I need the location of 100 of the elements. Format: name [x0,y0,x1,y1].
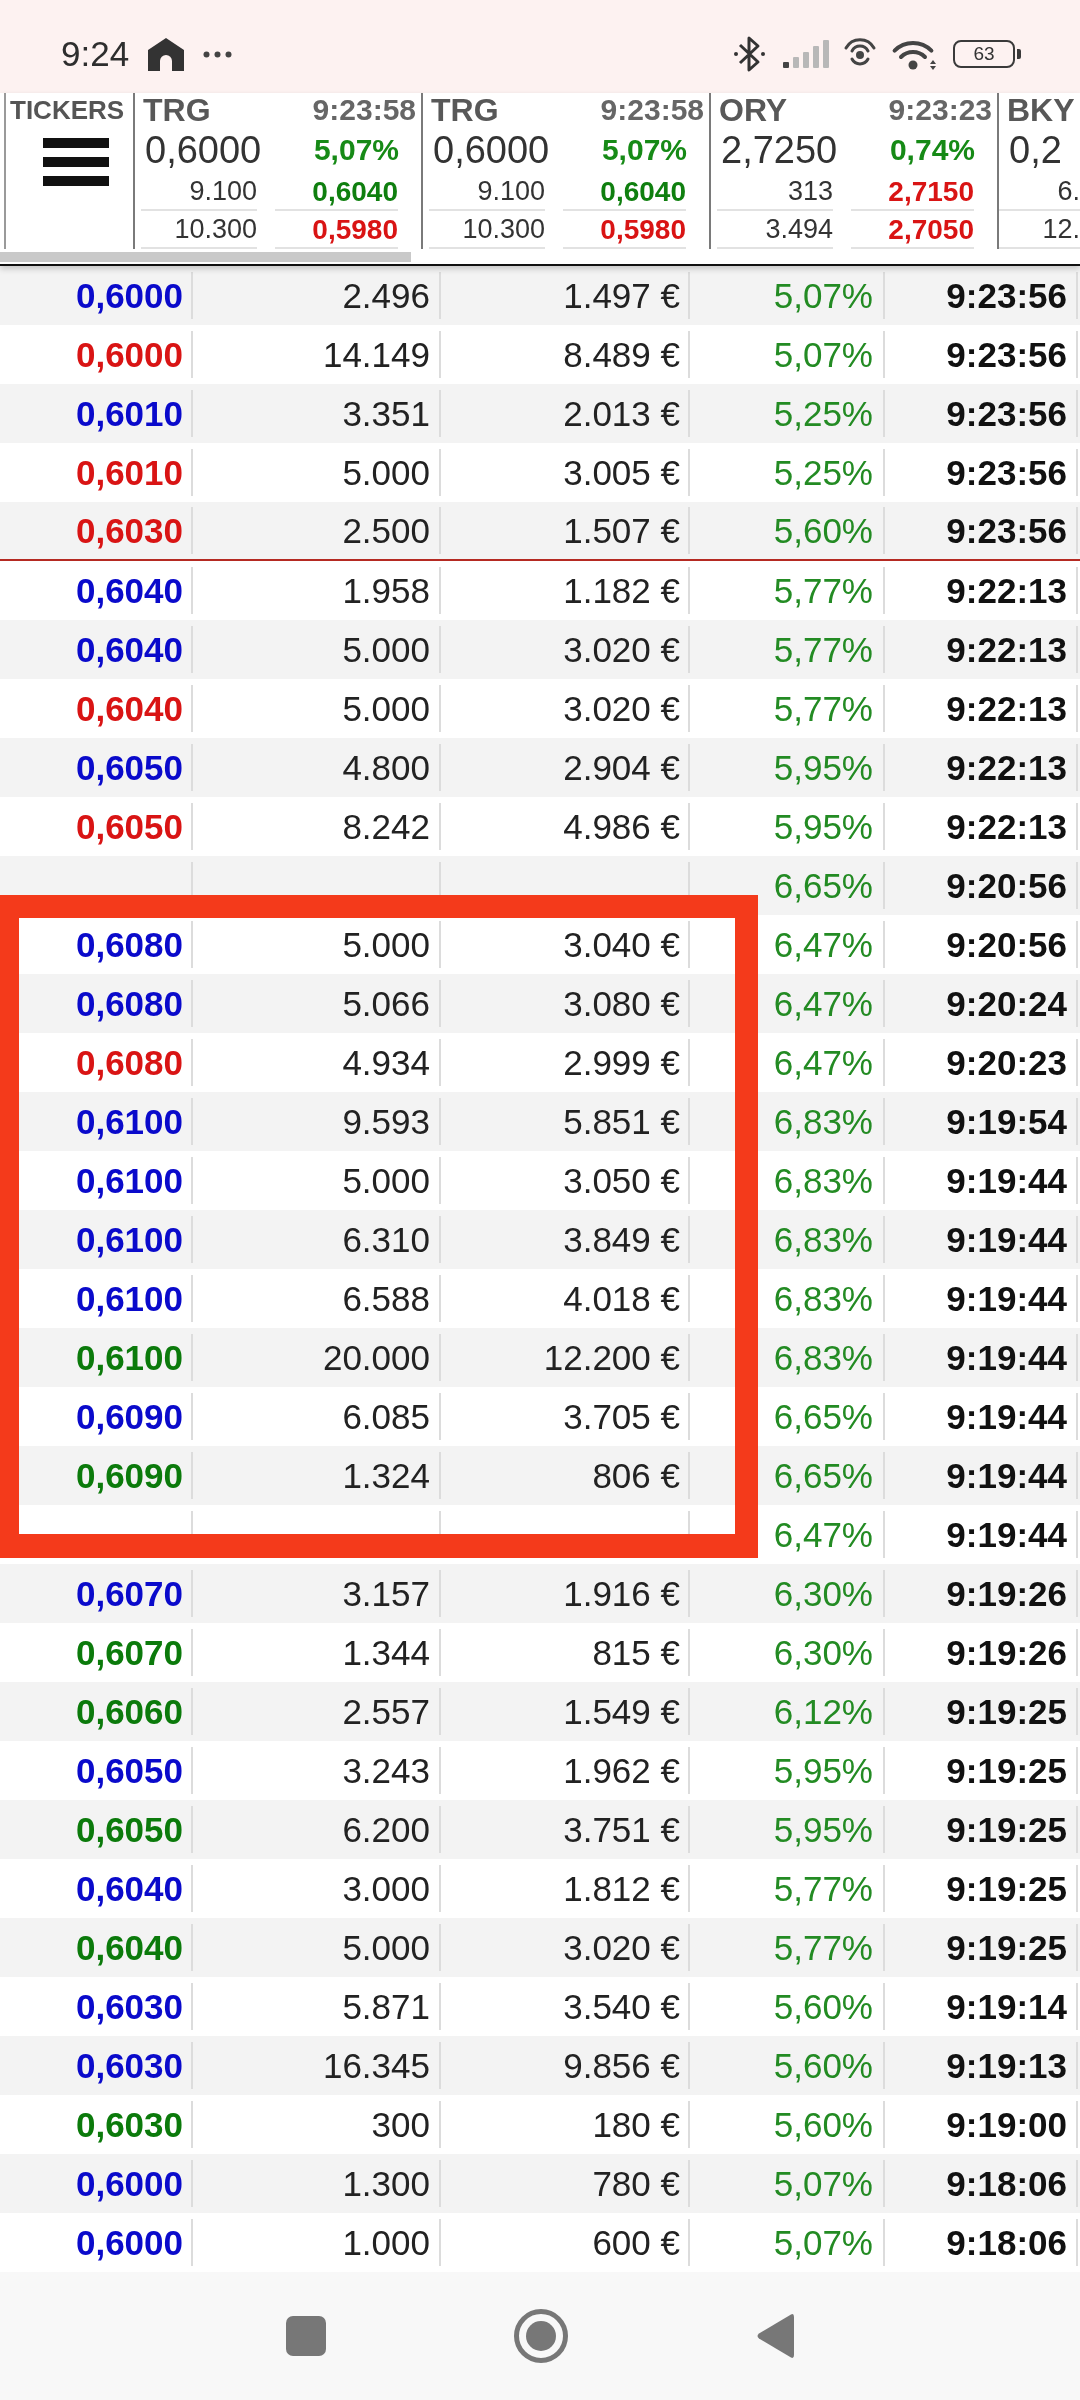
value-cell: 806 € [441,1452,690,1499]
price-cell: 0,6040 [0,626,193,673]
time-cell: 9:23:56 [885,507,1078,554]
quantity-cell: 4.800 [193,744,441,791]
ticker-card[interactable]: TRG 9:23:58 0,6000 5,07% 9.100 0,6040 10.300 0,5980 [133,93,421,249]
menu-icon[interactable] [43,138,109,186]
quantity-cell: 5.066 [193,980,441,1027]
change-cell: 6,47% [690,1039,885,1086]
price-cell: 0,6010 [0,449,193,496]
quantity-cell: 5.000 [193,449,441,496]
value-cell: 180 € [441,2101,690,2148]
ask-quantity: 10.300 [429,212,545,249]
time-cell: 9:19:26 [885,1570,1078,1617]
price-cell: 0,6000 [0,2160,193,2207]
clock-time: 9:24 [61,34,130,74]
quantity-cell: 16.345 [193,2042,441,2089]
signal-icon [783,40,830,68]
value-cell: 5.851 € [441,1098,690,1145]
price-cell: 0,6010 [0,390,193,437]
more-icon [203,50,233,58]
ticker-change: 0,74% [889,132,975,168]
time-cell: 9:19:13 [885,2042,1078,2089]
change-cell: 5,77% [690,685,885,732]
ticker-card[interactable]: TRG 9:23:58 0,6000 5,07% 9.100 0,6040 10.300 0,5980 [421,93,709,249]
value-cell: 4.986 € [441,803,690,850]
change-cell: 5,60% [690,507,885,554]
time-cell: 9:22:13 [885,744,1078,791]
square-icon[interactable] [286,2316,326,2356]
quantity-cell: 1.324 [193,1452,441,1499]
quantity-cell: 8.242 [193,803,441,850]
quantity-cell: 4.934 [193,1039,441,1086]
price-cell: 0,6030 [0,2101,193,2148]
bid-quantity: 313 [717,174,833,211]
quantity-cell: 3.000 [193,1865,441,1912]
quantity-cell: 5.000 [193,1157,441,1204]
ask-price: 2,7050 [851,212,974,249]
quantity-cell: 9.593 [193,1098,441,1145]
change-cell: 6,83% [690,1216,885,1263]
circle-icon[interactable] [514,2309,568,2363]
change-cell: 5,77% [690,1924,885,1971]
change-cell: 6,83% [690,1098,885,1145]
value-cell: 2.013 € [441,390,690,437]
time-cell: 9:19:00 [885,2101,1078,2148]
quantity-cell: 6.310 [193,1216,441,1263]
change-cell: 5,25% [690,390,885,437]
change-cell: 5,07% [690,2219,885,2266]
ask-price: 0,5980 [275,212,398,249]
time-cell: 9:19:14 [885,1983,1078,2030]
change-cell: 5,77% [690,626,885,673]
value-cell: 3.020 € [441,685,690,732]
value-cell: 3.020 € [441,1924,690,1971]
price-cell: 0,6030 [0,507,193,554]
value-cell: 4.018 € [441,1275,690,1322]
quantity-cell: 1.000 [193,2219,441,2266]
ticker-change: 5,07% [313,132,399,168]
price-cell: 0,6080 [0,921,193,968]
ask-price: 0,5980 [563,212,686,249]
time-cell: 9:19:25 [885,1688,1078,1735]
time-cell: 9:19:44 [885,1511,1078,1558]
ticker-time: 9:23:58 [600,93,704,127]
battery-indicator: 63 [953,40,1021,68]
tickers-label[interactable]: TICKERS [10,95,125,125]
back-icon[interactable] [756,2313,794,2359]
ticker-card[interactable]: ORY 9:23:23 2,7250 0,74% 313 2,7150 3.494 2,7050 [709,93,997,249]
value-cell: 3.020 € [441,626,690,673]
change-cell: 6,83% [690,1157,885,1204]
quantity-cell: 1.344 [193,1629,441,1676]
quantity-cell: 300 [193,2101,441,2148]
bid-price: 0,6040 [563,174,686,211]
ticker-time: 9:23:58 [312,93,416,127]
price-cell: 0,6100 [0,1157,193,1204]
change-cell: 5,95% [690,744,885,791]
change-cell: 6,30% [690,1629,885,1676]
change-cell: 6,47% [690,921,885,968]
ticker-card[interactable]: BKY 0,2 6. 12. [997,93,1080,249]
price-cell: 0,6100 [0,1334,193,1381]
change-cell: 5,07% [690,331,885,378]
price-cell: 0,6040 [0,1924,193,1971]
price-cell: 0,6030 [0,2042,193,2089]
value-cell: 1.916 € [441,1570,690,1617]
change-cell: 5,60% [690,2042,885,2089]
ask-quantity: 10.300 [141,212,257,249]
change-cell: 6,65% [690,862,885,909]
price-cell: 0,6100 [0,1275,193,1322]
time-cell: 9:19:44 [885,1452,1078,1499]
time-cell: 9:22:13 [885,567,1078,614]
time-cell: 9:19:44 [885,1393,1078,1440]
ask-quantity: 12. [999,212,1080,249]
value-cell: 8.489 € [441,331,690,378]
time-cell: 9:20:23 [885,1039,1078,1086]
bid-quantity: 9.100 [429,174,545,211]
change-cell: 5,95% [690,803,885,850]
time-cell: 9:23:56 [885,331,1078,378]
price-cell: 0,6080 [0,1039,193,1086]
change-cell: 6,65% [690,1452,885,1499]
value-cell: 9.856 € [441,2042,690,2089]
price-cell: 0,6050 [0,803,193,850]
change-cell: 5,07% [690,272,885,319]
value-cell: 3.005 € [441,449,690,496]
time-cell: 9:19:25 [885,1924,1078,1971]
